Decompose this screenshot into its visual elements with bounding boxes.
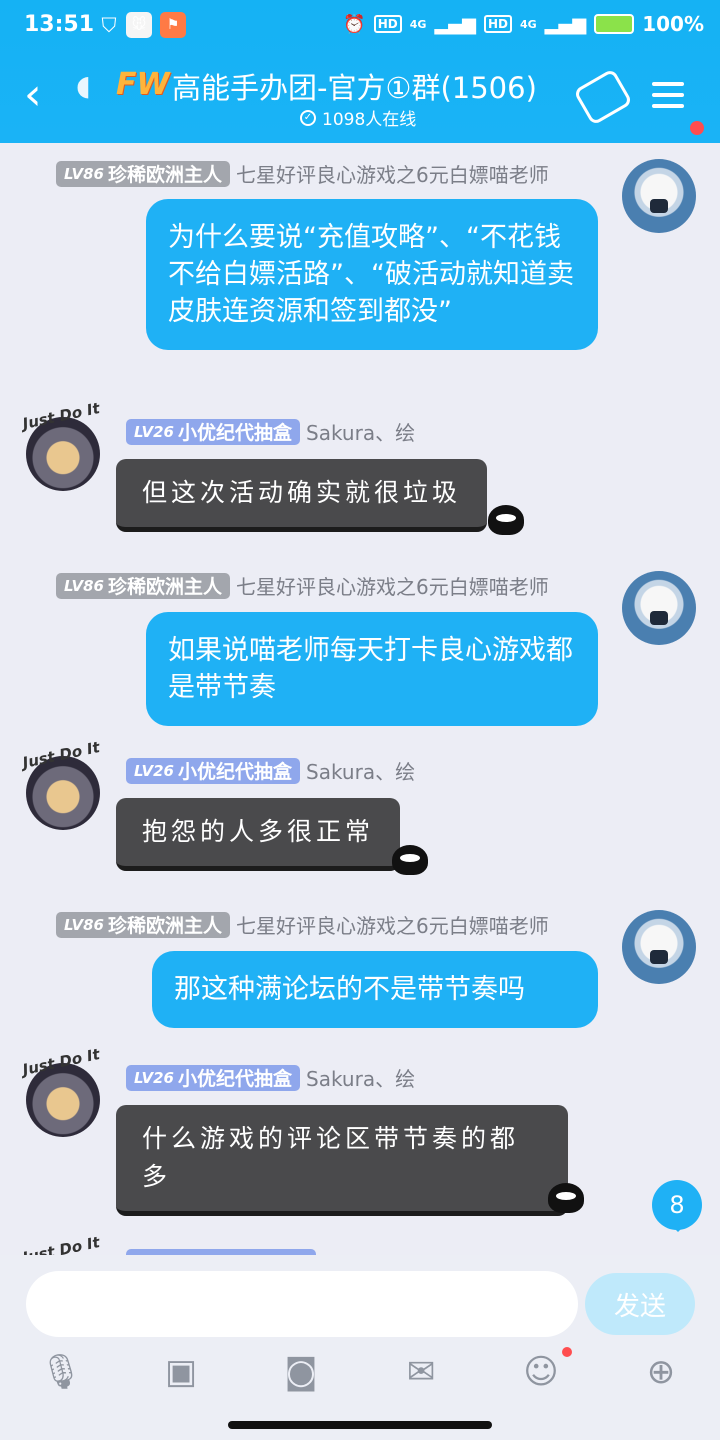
- level-badge: LV86 珍稀欧洲主人: [56, 911, 230, 938]
- alarm-icon: ⏰: [343, 13, 366, 35]
- plus-icon[interactable]: ⊕: [640, 1351, 682, 1393]
- online-count: ✓ 1098人在线: [300, 105, 416, 130]
- sender-name[interactable]: Sakura、绘: [306, 1063, 415, 1092]
- unread-count-badge[interactable]: 8: [652, 1180, 702, 1232]
- group-title[interactable]: 高能手办团-官方①群(1506): [172, 65, 537, 107]
- microphone-icon[interactable]: 🎙: [39, 1351, 82, 1393]
- signal-icon: ▂▄▆: [544, 13, 587, 35]
- send-button[interactable]: 发送: [585, 1273, 695, 1335]
- hd-icon: HD: [373, 15, 402, 33]
- app-notification-icon: ⚑: [160, 12, 186, 38]
- menu-icon[interactable]: [652, 82, 684, 110]
- message-bubble[interactable]: 但这次活动确实就很垃圾: [116, 459, 488, 532]
- online-text: 1098人在线: [322, 110, 417, 130]
- avatar[interactable]: [622, 159, 696, 233]
- cat-decoration-icon: [392, 845, 428, 875]
- avatar-tag: Just Do It: [20, 1233, 102, 1255]
- image-icon[interactable]: ▣: [160, 1351, 202, 1393]
- notification-dot: [690, 121, 704, 135]
- message-bubble[interactable]: 为什么要说“充值攻略”、“不花钱不给白嫖活路”、“破活动就知道卖皮肤连资源和签到…: [146, 199, 598, 350]
- online-icon: ✓: [300, 109, 316, 126]
- ear-icon[interactable]: ◖: [76, 69, 91, 102]
- message-meta: LV26 小优纪代抽盒 Sakura、绘: [126, 417, 415, 446]
- battery-icon: [594, 14, 635, 34]
- level-badge: LV26 小优纪代抽盒: [126, 757, 300, 784]
- level-badge: LV26 小优纪代抽盒: [126, 1064, 300, 1091]
- back-button[interactable]: ‹: [24, 73, 60, 123]
- red-packet-icon[interactable]: ✉: [400, 1351, 442, 1393]
- shield-icon: ⛉: [101, 13, 117, 37]
- signal-icon: ▂▄▆: [434, 13, 476, 35]
- message-list[interactable]: LV86 珍稀欧洲主人 七星好评良心游戏之6元白嫖喵老师 为什么要说“充值攻略”、…: [0, 143, 720, 1255]
- home-indicator[interactable]: [228, 1421, 492, 1429]
- battery-level: 100%: [642, 12, 704, 36]
- notification-dot: [562, 1347, 572, 1357]
- message-bubble[interactable]: 什么游戏的评论区带节奏的都多: [116, 1105, 568, 1216]
- level-badge: LV26 小优纪代抽盒: [126, 418, 300, 445]
- composer: 发送 🎙 ▣ ◙ ✉ ☺ ⊕: [0, 1255, 720, 1440]
- level-badge: LV86 珍稀欧洲主人: [56, 572, 230, 599]
- chat-header: 13:51 ⛉ 🐭 ⚑ ⏰ HD 4G ▂▄▆ HD 4G ▂▄▆ 100% ‹…: [0, 0, 720, 143]
- nav-bar: ‹ ◖ FW 高能手办团-官方①群(1506) ✓ 1098人在线: [0, 55, 720, 140]
- sender-name[interactable]: 七星好评良心游戏之6元白嫖喵老师: [236, 910, 549, 939]
- share-icon[interactable]: [573, 68, 633, 126]
- message-meta: LV26 小优纪代抽盒 Sakura、绘: [126, 1063, 415, 1092]
- app-notification-icon: 🐭: [126, 12, 152, 38]
- message-input[interactable]: [26, 1271, 578, 1337]
- avatar[interactable]: [622, 910, 696, 984]
- emoji-icon[interactable]: ☺: [520, 1351, 562, 1393]
- sender-name[interactable]: Sakura、绘: [306, 417, 415, 446]
- cat-decoration-icon: [488, 505, 524, 535]
- status-right: ⏰ HD 4G ▂▄▆ HD 4G ▂▄▆ 100%: [343, 12, 704, 36]
- hd-icon: HD: [483, 15, 512, 33]
- sender-name[interactable]: 七星好评良心游戏之6元白嫖喵老师: [236, 571, 549, 600]
- group-logo: FW: [116, 67, 170, 102]
- camera-icon[interactable]: ◙: [280, 1351, 322, 1393]
- message-bubble[interactable]: 抱怨的人多很正常: [116, 798, 401, 871]
- message-meta: LV86 珍稀欧洲主人 七星好评良心游戏之6元白嫖喵老师: [56, 571, 549, 600]
- avatar[interactable]: [622, 571, 696, 645]
- sender-name[interactable]: 七星好评良心游戏之6元白嫖喵老师: [236, 159, 549, 188]
- message-meta: LV86 珍稀欧洲主人 七星好评良心游戏之6元白嫖喵老师: [56, 910, 549, 939]
- message-bubble[interactable]: 那这种满论坛的不是带节奏吗: [152, 951, 598, 1028]
- status-time: 13:51: [24, 12, 95, 37]
- sender-name[interactable]: Sakura、绘: [306, 756, 415, 785]
- network-label: 4G: [409, 17, 427, 31]
- message-bubble[interactable]: 如果说喵老师每天打卡良心游戏都是带节奏: [146, 612, 598, 726]
- level-badge: LV86 珍稀欧洲主人: [56, 160, 230, 187]
- network-label: 4G: [519, 17, 537, 31]
- message-meta: LV26 小优纪代抽盒 Sakura、绘: [126, 756, 415, 785]
- cat-decoration-icon: [548, 1183, 584, 1213]
- composer-toolbar: 🎙 ▣ ◙ ✉ ☺ ⊕: [0, 1343, 720, 1403]
- status-bar: 13:51 ⛉ 🐭 ⚑ ⏰ HD 4G ▂▄▆ HD 4G ▂▄▆ 100%: [0, 0, 720, 52]
- message-meta: LV86 珍稀欧洲主人 七星好评良心游戏之6元白嫖喵老师: [56, 159, 549, 188]
